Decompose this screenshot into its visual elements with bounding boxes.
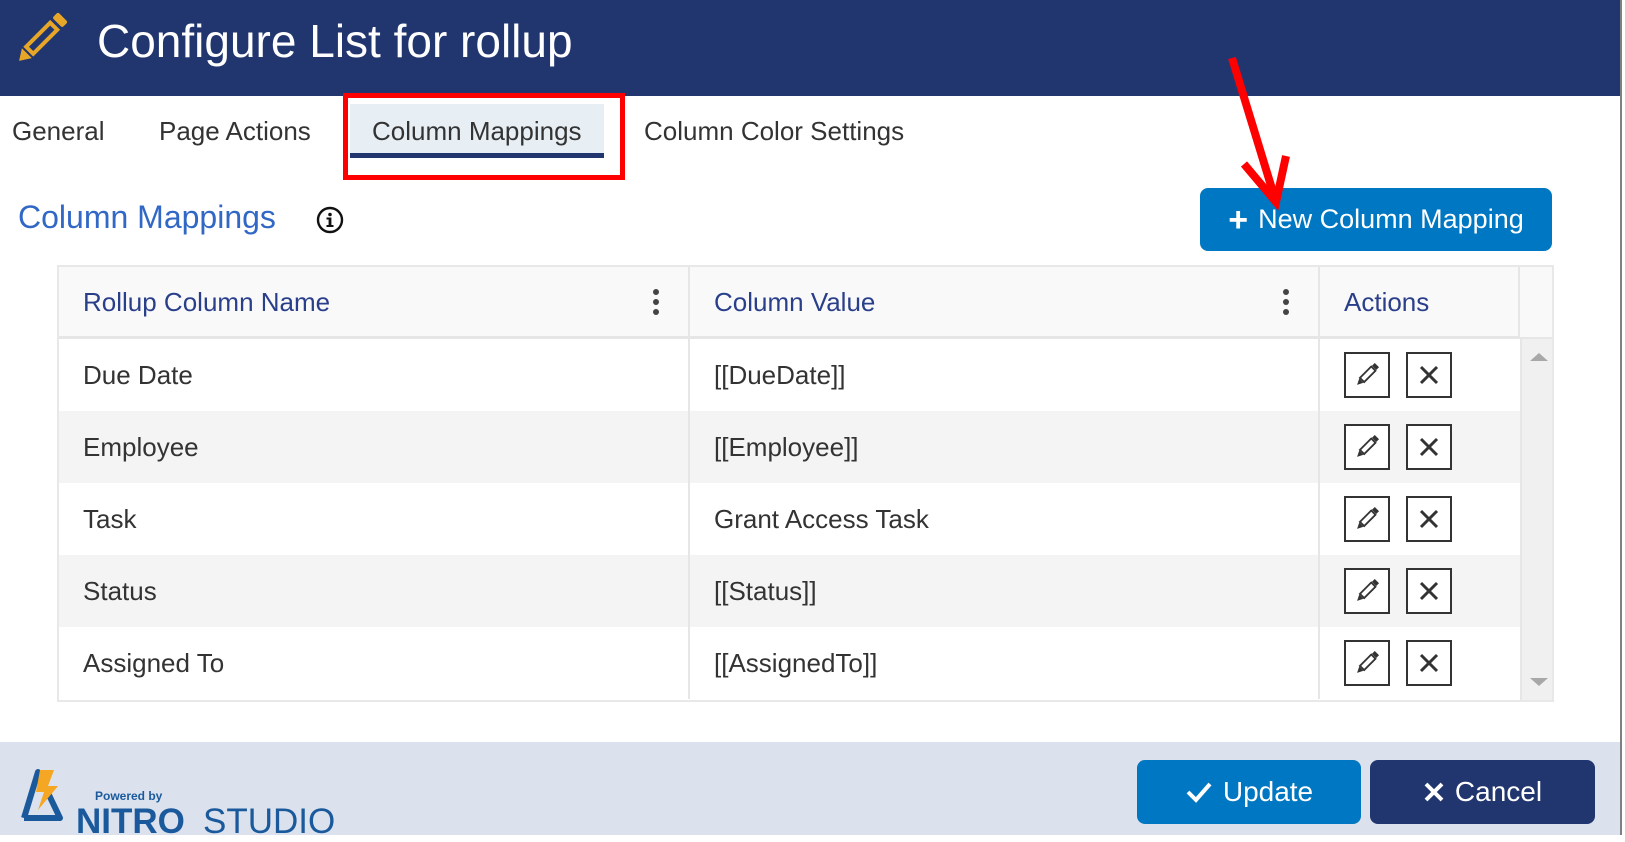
edit-row-button[interactable] xyxy=(1344,496,1390,542)
delete-row-button[interactable] xyxy=(1406,496,1452,542)
nitro-studio-logo: Powered by NITRO STUDIO xyxy=(20,764,335,841)
table-row: Employee [[Employee]] xyxy=(59,411,1520,483)
pencil-icon xyxy=(1357,506,1380,529)
column-header-label: Rollup Column Name xyxy=(83,286,331,317)
column-value-cell: [[Employee]] xyxy=(714,431,859,462)
column-header-column-value[interactable]: Column Value xyxy=(690,267,1320,337)
column-header-rollup-name[interactable]: Rollup Column Name xyxy=(59,267,690,337)
grid-header-corner xyxy=(1520,267,1552,337)
column-value-cell: [[DueDate]] xyxy=(714,359,846,390)
rollup-column-name-cell: Assigned To xyxy=(83,647,225,678)
rollup-column-name-cell: Status xyxy=(83,575,157,606)
edit-row-button[interactable] xyxy=(1344,424,1390,470)
brand-studio: STUDIO xyxy=(203,802,336,841)
nitro-lightning-icon xyxy=(21,769,63,821)
delete-row-button[interactable] xyxy=(1406,352,1452,398)
pencil-icon xyxy=(1357,650,1380,673)
new-column-mapping-label: New Column Mapping xyxy=(1258,204,1524,234)
section-title: Column Mappings xyxy=(18,199,276,235)
cancel-button[interactable]: Cancel xyxy=(1370,760,1595,824)
rollup-column-name-cell: Employee xyxy=(83,431,199,462)
close-x-icon xyxy=(1419,365,1439,385)
actions-cell xyxy=(1320,627,1520,699)
close-x-icon xyxy=(1419,437,1439,457)
powered-by-label: Powered by xyxy=(95,789,163,803)
column-value-cell: [[Status]] xyxy=(714,575,817,606)
close-x-icon xyxy=(1419,509,1439,529)
delete-row-button[interactable] xyxy=(1406,568,1452,614)
tab-column-color-settings[interactable]: Column Color Settings xyxy=(644,114,904,148)
column-value-cell: Grant Access Task xyxy=(714,503,929,534)
edit-row-button[interactable] xyxy=(1344,352,1390,398)
dialog-header: Configure List for rollup xyxy=(0,0,1620,96)
pencil-icon xyxy=(1357,578,1380,601)
pencil-icon xyxy=(1357,362,1380,385)
dialog-title: Configure List for rollup xyxy=(97,15,573,67)
scroll-up-arrow-icon[interactable] xyxy=(1530,353,1548,361)
checkmark-icon xyxy=(1186,782,1212,803)
tab-page-actions[interactable]: Page Actions xyxy=(159,114,311,148)
edit-row-button[interactable] xyxy=(1344,568,1390,614)
actions-cell xyxy=(1320,411,1520,483)
delete-row-button[interactable] xyxy=(1406,640,1452,686)
pencil-icon xyxy=(1357,434,1380,457)
pencil-icon xyxy=(19,12,68,61)
tab-general[interactable]: General xyxy=(12,114,105,148)
new-column-mapping-button[interactable]: + New Column Mapping xyxy=(1200,188,1552,251)
table-row: Status [[Status]] xyxy=(59,555,1520,627)
edit-row-button[interactable] xyxy=(1344,640,1390,686)
delete-row-button[interactable] xyxy=(1406,424,1452,470)
table-row: Due Date [[DueDate]] xyxy=(59,339,1520,411)
window-edge xyxy=(1620,0,1625,835)
update-button[interactable]: Update xyxy=(1137,760,1361,824)
plus-icon: + xyxy=(1228,200,1249,239)
actions-cell xyxy=(1320,483,1520,555)
table-row: Assigned To [[AssignedTo]] xyxy=(59,627,1520,699)
scroll-down-arrow-icon[interactable] xyxy=(1530,678,1548,686)
column-header-label: Actions xyxy=(1344,286,1430,317)
update-label: Update xyxy=(1222,776,1314,807)
tab-bar: General Page Actions Column Mappings Col… xyxy=(0,96,1620,180)
column-menu-icon[interactable] xyxy=(1282,289,1290,317)
actions-cell xyxy=(1320,555,1520,627)
column-mappings-grid: Rollup Column Name Column Value Actions … xyxy=(57,265,1554,702)
grid-body: Due Date [[DueDate]] Employee [[Employee… xyxy=(59,339,1520,699)
rollup-column-name-cell: Task xyxy=(83,503,137,534)
column-menu-icon[interactable] xyxy=(652,289,660,317)
close-x-icon xyxy=(1419,653,1439,673)
column-header-actions: Actions xyxy=(1320,267,1520,337)
column-value-cell: [[AssignedTo]] xyxy=(714,647,878,678)
grid-header-row: Rollup Column Name Column Value Actions xyxy=(59,267,1552,339)
table-row: Task Grant Access Task xyxy=(59,483,1520,555)
grid-vertical-scrollbar[interactable] xyxy=(1520,339,1552,700)
actions-cell xyxy=(1320,339,1520,411)
rollup-column-name-cell: Due Date xyxy=(83,359,193,390)
info-circle-icon[interactable] xyxy=(316,206,344,234)
close-x-icon xyxy=(1419,581,1439,601)
configure-list-dialog: Configure List for rollup General Page A… xyxy=(0,0,1620,841)
tab-column-mappings[interactable]: Column Mappings xyxy=(350,104,604,158)
cancel-label: Cancel xyxy=(1454,776,1543,807)
close-x-icon xyxy=(1424,782,1444,802)
column-header-label: Column Value xyxy=(714,286,876,317)
brand-nitro: NITRO xyxy=(76,802,185,841)
